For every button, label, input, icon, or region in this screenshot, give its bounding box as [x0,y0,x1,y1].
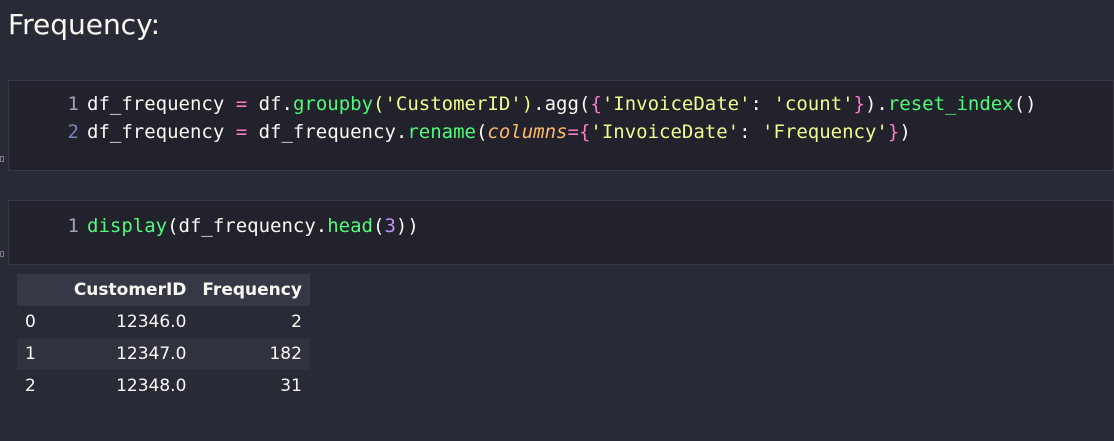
cell: 12347.0 [65,338,195,370]
line-number: 2 [67,121,79,143]
cell-marker-icon [0,156,4,162]
column-header [17,274,66,306]
token: : [750,93,774,115]
token: ) [899,121,911,143]
code-cell-2[interactable]: 1 display(df_frequency.head(3)) [8,200,1114,265]
token: head [327,215,373,237]
token: } [853,93,865,115]
token: 'Frequency' [762,121,888,143]
cell: 2 [291,312,302,332]
table-header: CustomerID Frequency [17,274,310,306]
cell: 12348.0 [116,376,187,396]
token: reset_index [887,93,1014,115]
token: : [739,121,763,143]
table-row: 0 12346.0 2 [17,306,310,338]
token: = [567,121,579,143]
token: df_frequency [87,121,225,143]
token: .agg( [533,93,591,115]
table-row: 2 12348.0 31 [17,370,310,402]
token: groupby [292,93,374,115]
row-index: 2 [25,376,36,396]
token: ( [373,215,385,237]
token: df_frequency. [258,121,408,143]
cell: 182 [194,338,310,370]
token: ). [864,93,888,115]
column-header: CustomerID [65,274,195,306]
cell: 12346.0 [116,312,187,332]
code-line-1: 1 df_frequency = df.groupby('CustomerID')… [59,90,1037,118]
token: 'InvoiceDate' [590,121,740,143]
token: rename [407,121,476,143]
token: { [578,121,591,143]
token: () [1013,93,1037,115]
token: 3 [384,215,396,237]
cell-marker-icon [0,251,4,257]
token: df_frequency [87,93,225,115]
code-line-2: 2 df_frequency = df_frequency.rename(colu… [59,118,911,146]
line-number: 1 [67,93,79,115]
token: } [887,121,900,143]
token: { [590,93,602,115]
section-heading: Frequency: [8,8,161,41]
token: = [224,121,259,143]
token: )) [395,215,419,237]
token: ( [475,121,488,143]
column-header: Frequency [194,274,310,306]
token: 'InvoiceDate' [601,93,751,115]
token: display [87,215,168,237]
table-row: 1 12347.0 182 [17,338,310,370]
cell: 31 [280,376,302,396]
token: df. [258,93,293,115]
dataframe-output: CustomerID Frequency 0 12346.0 2 1 12347… [17,274,310,402]
row-index: 1 [17,338,66,370]
line-number: 1 [67,215,79,237]
code-cell-1[interactable]: 1 df_frequency = df.groupby('CustomerID')… [8,80,1114,171]
token: columns [487,121,568,143]
code-line-1: 1 display(df_frequency.head(3)) [59,212,419,240]
token: ('CustomerID') [373,93,534,115]
token: (df_frequency. [167,215,328,237]
token: 'count' [773,93,854,115]
token: = [224,93,259,115]
row-index: 0 [25,312,36,332]
